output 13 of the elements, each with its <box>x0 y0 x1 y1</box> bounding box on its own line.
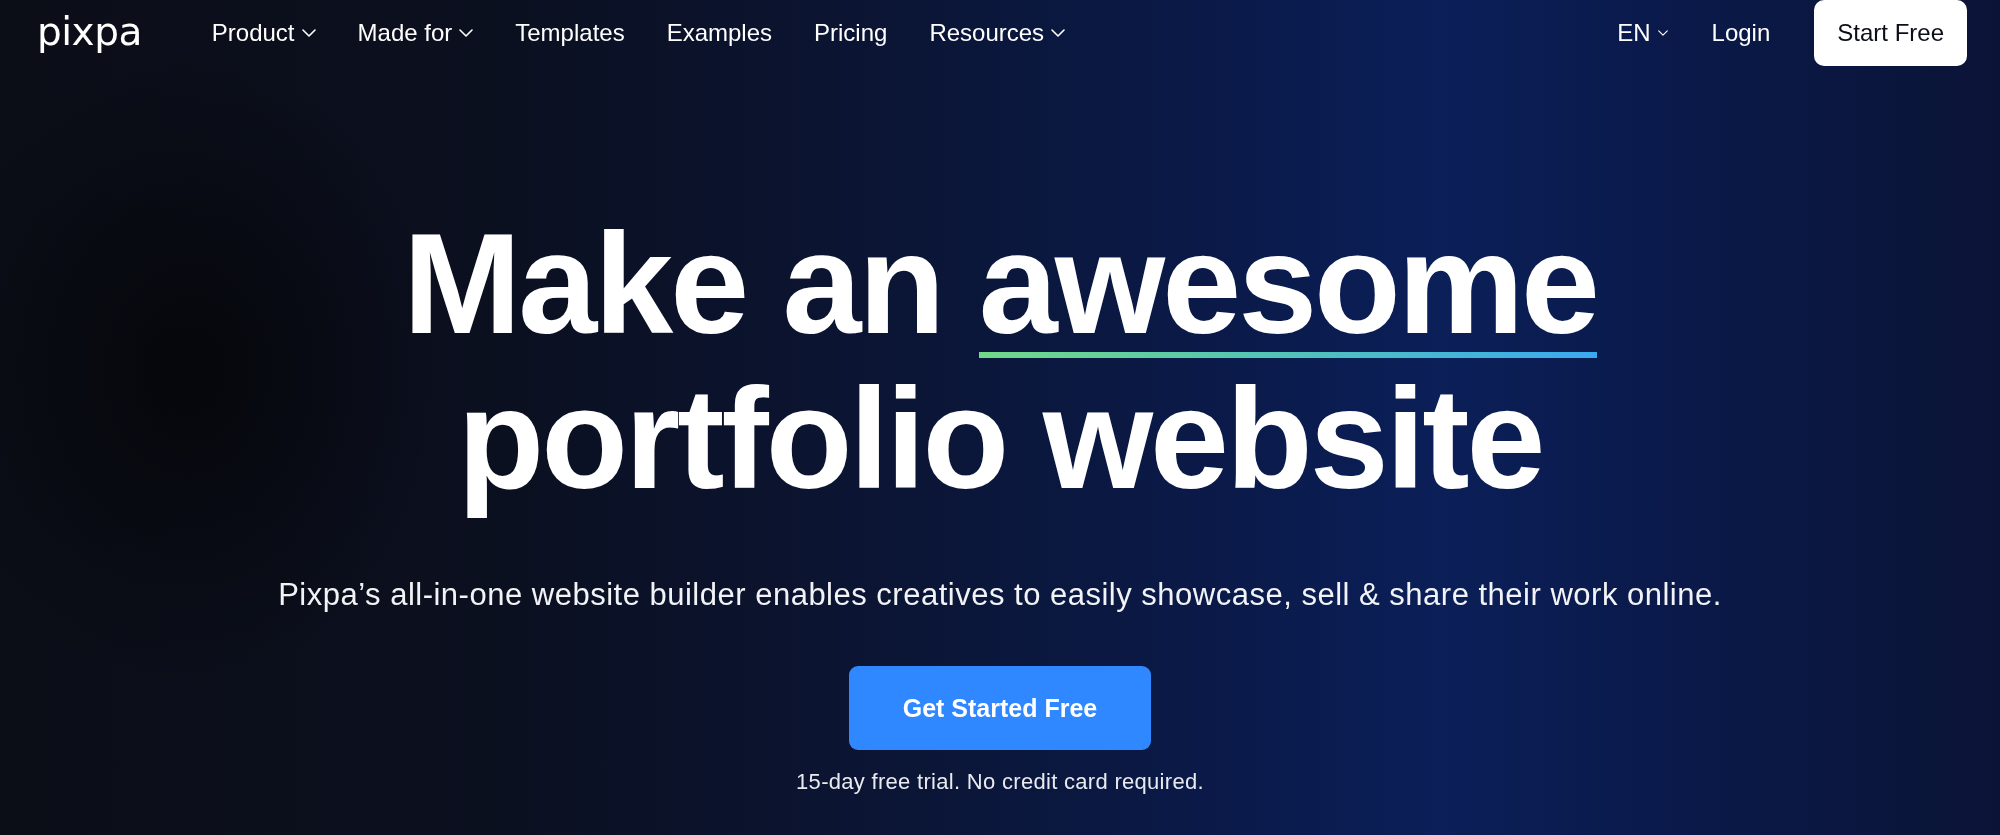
hero-headline: Make an awesome portfolio website <box>402 206 1598 516</box>
nav-link[interactable]: Pricing <box>814 19 888 47</box>
nav-link[interactable]: Examples <box>666 19 773 47</box>
nav-link[interactable]: Product <box>211 19 316 47</box>
login-link[interactable]: Login <box>1711 19 1771 47</box>
start-free-button[interactable]: Start Free <box>1814 0 1967 66</box>
logo[interactable]: pixpa <box>37 11 142 55</box>
hero-subtitle: Pixpa’s all-in-one website builder enables creatives to easily showcase, sell & share their work online. <box>278 576 1722 614</box>
nav-link[interactable]: Resources <box>929 19 1066 47</box>
language-selector[interactable]: EN <box>1617 19 1668 47</box>
trial-note: 15-day free trial. No credit card required. <box>796 768 1204 795</box>
nav-link[interactable]: Made for <box>357 19 474 47</box>
nav-link[interactable]: Templates <box>515 19 625 47</box>
